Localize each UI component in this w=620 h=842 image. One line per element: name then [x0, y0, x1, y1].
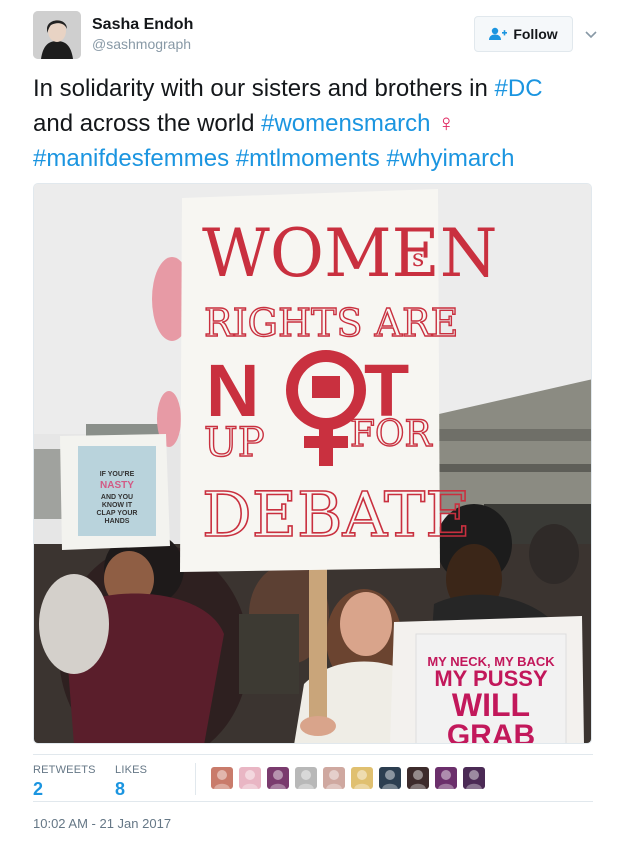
- svg-text:s: s: [412, 244, 424, 272]
- tweet-line-3: #manifdesfemmes #mtlmoments #whyimarch: [33, 141, 593, 176]
- female-symbol-emoji: ♀: [437, 110, 456, 137]
- svg-text:CLAP YOUR: CLAP YOUR: [97, 510, 138, 517]
- hashtag-link[interactable]: #manifdesfemmes: [33, 145, 229, 172]
- svg-text:WILL: WILL: [452, 687, 530, 723]
- follow-label: Follow: [513, 26, 558, 42]
- display-name[interactable]: Sasha Endoh: [92, 15, 193, 35]
- svg-text:UP: UP: [204, 420, 265, 466]
- liker-avatar[interactable]: [351, 767, 373, 789]
- svg-text:KNOW IT: KNOW IT: [102, 502, 133, 509]
- tweet-line-1: In solidarity with our sisters and broth…: [33, 75, 543, 102]
- stats-divider: [195, 763, 196, 795]
- likes-stat[interactable]: LIKES 8: [115, 764, 147, 800]
- liker-avatar[interactable]: [323, 767, 345, 789]
- add-user-icon: [489, 27, 508, 41]
- username[interactable]: @sashmograph: [92, 35, 193, 53]
- liker-avatar[interactable]: [407, 767, 429, 789]
- liker-avatar[interactable]: [435, 767, 457, 789]
- svg-text:NASTY: NASTY: [100, 480, 134, 491]
- avatar[interactable]: [33, 11, 81, 59]
- liker-avatar[interactable]: [379, 767, 401, 789]
- liker-avatar[interactable]: [295, 767, 317, 789]
- svg-text:AND YOU: AND YOU: [101, 494, 133, 501]
- tweet-header: Sasha Endoh @sashmograph Follow: [33, 11, 603, 61]
- liker-avatars: [211, 767, 485, 789]
- tweet-text: In solidarity with our sisters and broth…: [33, 71, 593, 176]
- svg-text:IF YOU'RE: IF YOU'RE: [100, 471, 135, 478]
- follow-button[interactable]: Follow: [474, 16, 573, 52]
- hashtag-link[interactable]: #mtlmoments: [236, 145, 380, 172]
- svg-text:RIGHTS ARE: RIGHTS ARE: [204, 301, 458, 345]
- svg-text:FOR: FOR: [350, 414, 432, 455]
- tweet-timestamp[interactable]: 10:02 AM - 21 Jan 2017: [33, 816, 171, 831]
- left-sign: IF YOU'RE NASTY AND YOU KNOW IT CLAP YOU…: [60, 434, 170, 550]
- retweets-stat[interactable]: RETWEETS 2: [33, 764, 96, 800]
- svg-text:GRAB: GRAB: [447, 719, 535, 744]
- hashtag-link[interactable]: #DC: [495, 75, 543, 102]
- svg-text:HANDS: HANDS: [105, 518, 130, 525]
- liker-avatar[interactable]: [463, 767, 485, 789]
- liker-avatar[interactable]: [267, 767, 289, 789]
- svg-text:DEBATE: DEBATE: [202, 478, 471, 551]
- hashtag-link[interactable]: #whyimarch: [386, 145, 514, 172]
- chevron-down-icon[interactable]: [584, 27, 598, 41]
- right-sign: MY NECK, MY BACK MY PUSSY WILL GRAB: [390, 616, 584, 744]
- tweet-photo[interactable]: WOMEN s RIGHTS ARE N T UP FOR DEBATE IF …: [33, 183, 592, 744]
- tweet-line-2: and across the world #womensmarch ♀: [33, 110, 456, 137]
- liker-avatar[interactable]: [211, 767, 233, 789]
- svg-text:WOMEN: WOMEN: [202, 215, 497, 292]
- tweet-stats: RETWEETS 2 LIKES 8: [33, 754, 593, 802]
- hashtag-link[interactable]: #womensmarch: [261, 110, 430, 137]
- liker-avatar[interactable]: [239, 767, 261, 789]
